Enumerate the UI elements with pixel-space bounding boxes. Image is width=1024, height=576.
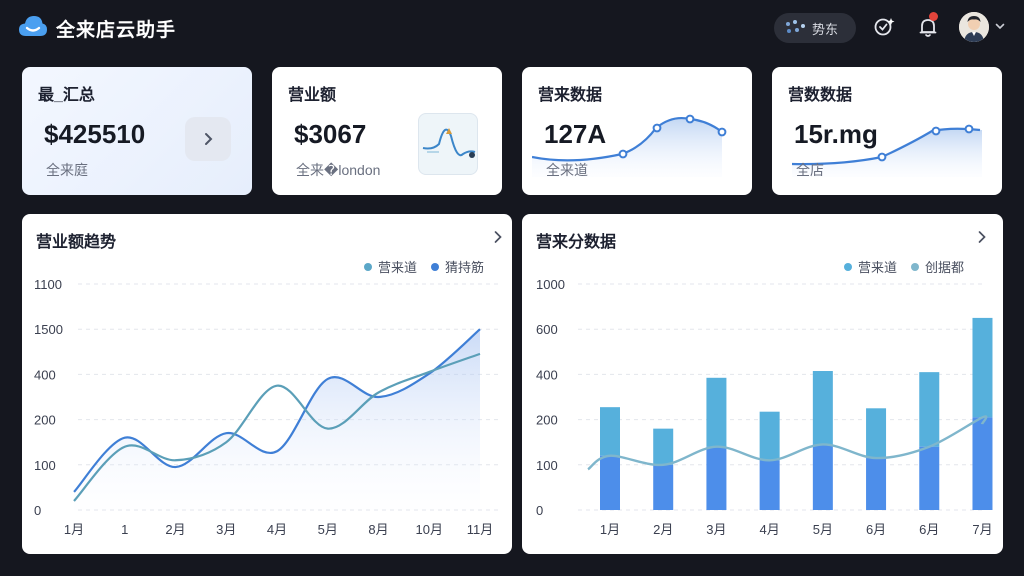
sparkline-point bbox=[618, 149, 628, 159]
bar-upper bbox=[706, 377, 727, 447]
bar-lower bbox=[706, 446, 727, 510]
y-tick-label: 0 bbox=[34, 503, 41, 518]
x-tick-label: 5月 bbox=[318, 522, 338, 537]
bar-lower bbox=[759, 460, 780, 510]
cloud-logo-icon bbox=[19, 16, 47, 36]
stat-card-value: 127A bbox=[544, 119, 607, 149]
mini-chart-thumbnail bbox=[418, 113, 478, 175]
app-title: 全来店云助手 bbox=[56, 20, 177, 41]
revenue-trend-panel: 营业额趋势 营来道 猜持筋 1100 1500 400 200 100 0 1月 1 2月 3月 4… bbox=[22, 214, 512, 554]
sparkline-point bbox=[652, 123, 662, 133]
x-tick-label: 2月 bbox=[165, 522, 185, 537]
stat-card-title: 营来数据 bbox=[538, 87, 603, 104]
x-tick-label: 2月 bbox=[653, 522, 673, 537]
stat-card-summary[interactable]: 最_汇总 $425510 全来庭 bbox=[22, 67, 252, 195]
notification-badge bbox=[929, 12, 938, 21]
y-tick-label: 600 bbox=[536, 322, 558, 337]
sparkline-point bbox=[931, 126, 941, 136]
bar-upper bbox=[812, 371, 833, 445]
sparkline-point bbox=[877, 152, 887, 162]
sparkline-point bbox=[685, 114, 695, 124]
stat-card-subtitle: 全来庭 bbox=[46, 162, 88, 178]
x-tick-label: 5月 bbox=[813, 522, 833, 537]
stat-card-count[interactable]: 营数数据 15r.mg 全店 bbox=[772, 67, 1002, 195]
bar-upper bbox=[919, 372, 940, 447]
y-tick-label: 1000 bbox=[536, 277, 565, 292]
stat-card-revenue[interactable]: 营业额 $3067 全来�london bbox=[272, 67, 502, 195]
business-bar-chart: 100060040020010001月 2月 3月 4月 5月 6月 6月 7月 bbox=[536, 277, 993, 537]
stat-card-value: $425510 bbox=[44, 119, 146, 149]
sparkline-point bbox=[964, 124, 974, 134]
bar-lower bbox=[866, 458, 887, 510]
dots-icon bbox=[784, 20, 806, 36]
y-tick-label: 1100 bbox=[34, 277, 62, 292]
y-tick-label: 200 bbox=[34, 413, 56, 428]
stat-card-subtitle: 全来道 bbox=[546, 162, 588, 178]
x-tick-label: 1月 bbox=[64, 522, 84, 537]
x-tick-label: 11月 bbox=[467, 522, 494, 537]
bar-lower bbox=[919, 446, 940, 510]
bar-lower bbox=[653, 464, 674, 510]
stat-card-subtitle: 全来�london bbox=[296, 162, 381, 178]
bar-lower bbox=[812, 444, 833, 510]
user-avatar-icon bbox=[959, 12, 989, 42]
revenue-line-chart: 1100 1500 400 200 100 0 1月 1 2月 3月 4月 5月 8月 10月 11月 bbox=[34, 277, 498, 537]
stat-card-value: $3067 bbox=[294, 119, 367, 149]
y-tick-label: 0 bbox=[536, 503, 543, 518]
avatar[interactable] bbox=[959, 12, 989, 42]
x-tick-label: 3月 bbox=[706, 522, 726, 537]
y-tick-label: 400 bbox=[536, 367, 558, 382]
y-tick-label: 100 bbox=[536, 458, 558, 473]
chevron-right-icon bbox=[205, 133, 213, 145]
bar-upper bbox=[972, 317, 993, 418]
stat-card-title: 最_汇总 bbox=[38, 87, 95, 104]
detail-arrow-button[interactable] bbox=[185, 117, 231, 161]
x-tick-label: 10月 bbox=[416, 522, 443, 537]
x-tick-label: 4月 bbox=[267, 522, 287, 537]
bar-upper bbox=[866, 408, 887, 459]
x-tick-label: 7月 bbox=[972, 522, 992, 537]
x-tick-label: 6月 bbox=[919, 522, 939, 537]
x-tick-label: 1月 bbox=[600, 522, 620, 537]
stat-card-title: 营数数据 bbox=[788, 87, 853, 104]
stat-card-subtitle: 全店 bbox=[796, 162, 824, 178]
bar-upper bbox=[600, 407, 620, 456]
y-tick-label: 1500 bbox=[34, 322, 63, 337]
x-tick-label: 4月 bbox=[760, 522, 780, 537]
mini-wave-chart-icon bbox=[422, 128, 476, 158]
y-tick-label: 400 bbox=[34, 367, 56, 382]
status-pill-button[interactable]: 势东 bbox=[774, 13, 856, 43]
x-tick-label: 8月 bbox=[368, 522, 388, 537]
sparkle-help-icon[interactable] bbox=[872, 15, 896, 39]
stat-card-title: 营业额 bbox=[288, 87, 337, 104]
y-tick-label: 200 bbox=[536, 413, 558, 428]
stat-card-orders[interactable]: 营来数据 127A 全来道 bbox=[522, 67, 752, 195]
status-pill-label: 势东 bbox=[812, 21, 839, 37]
bar-upper bbox=[653, 428, 674, 465]
bar-lower bbox=[972, 417, 993, 510]
x-tick-label: 1 bbox=[121, 522, 128, 537]
business-data-panel: 营来分数据 营来道 创据都 1000 600 400 200 100 0 1月 2月 3月 4月 5… bbox=[522, 214, 1003, 554]
x-tick-label: 3月 bbox=[216, 522, 236, 537]
chevron-down-icon[interactable] bbox=[994, 20, 1006, 32]
bar-lower bbox=[600, 455, 620, 510]
x-tick-label: 6月 bbox=[866, 522, 886, 537]
stat-card-value: 15r.mg bbox=[794, 119, 878, 149]
bar-upper bbox=[759, 411, 780, 461]
y-tick-label: 100 bbox=[34, 458, 56, 473]
sparkline-point bbox=[717, 127, 727, 137]
top-bar: 全来店云助手 势东 bbox=[0, 0, 1024, 56]
